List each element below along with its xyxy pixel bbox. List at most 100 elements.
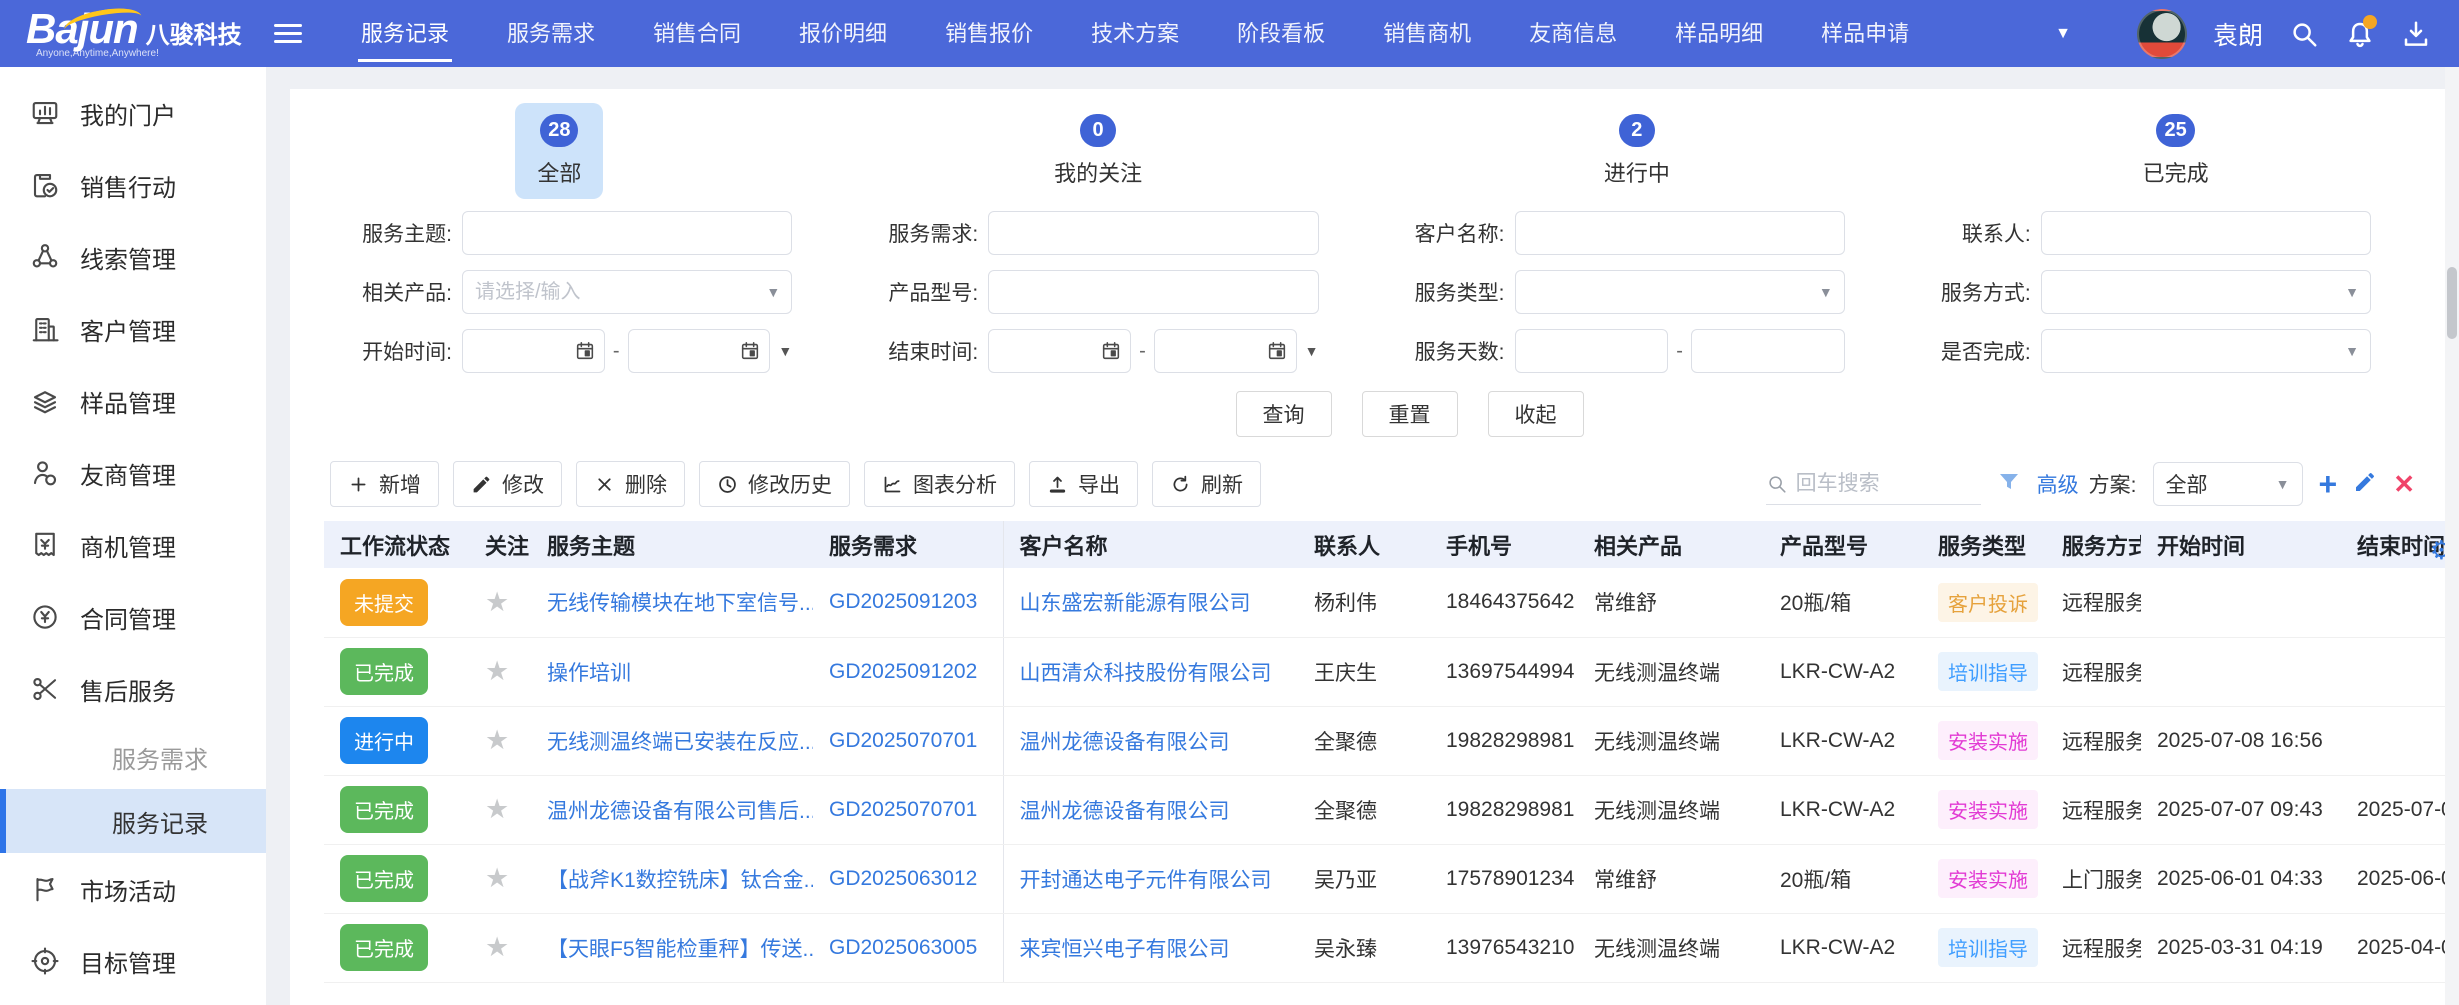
nav-item-service-requests[interactable]: 服务需求 bbox=[478, 0, 624, 67]
sidebar-item-customers[interactable]: 客户管理 bbox=[0, 293, 266, 365]
menu-overflow-caret-icon[interactable]: ▼ bbox=[2055, 25, 2071, 43]
chevron-down-icon[interactable]: ▼ bbox=[1305, 343, 1319, 359]
contact-input[interactable] bbox=[2041, 211, 2371, 255]
scheme-delete-icon[interactable]: ✕ bbox=[2393, 471, 2415, 497]
topic-link[interactable]: 无线传输模块在地下室信号... bbox=[547, 592, 813, 615]
nav-item-tech-solutions[interactable]: 技术方案 bbox=[1062, 0, 1208, 67]
column-settings-gear-icon[interactable]: ⚙ bbox=[2430, 535, 2445, 566]
stat-tab-all[interactable]: 28 全部 bbox=[515, 103, 603, 199]
customer-link[interactable]: 山东盛宏新能源有限公司 bbox=[1020, 592, 1251, 615]
stat-tab-completed[interactable]: 25 已完成 bbox=[2121, 103, 2231, 199]
customer-link[interactable]: 温州龙德设备有限公司 bbox=[1020, 731, 1230, 754]
service-method-select[interactable] bbox=[2041, 270, 2371, 314]
search-icon[interactable] bbox=[2289, 19, 2319, 49]
sidebar-item-opportunities[interactable]: 商机管理 bbox=[0, 509, 266, 581]
nav-item-service-records[interactable]: 服务记录 bbox=[332, 0, 478, 67]
sidebar-item-leads[interactable]: 线索管理 bbox=[0, 221, 266, 293]
sidebar-subitem-service-requests[interactable]: 服务需求 bbox=[0, 725, 266, 789]
nav-item-sales-contracts[interactable]: 销售合同 bbox=[624, 0, 770, 67]
nav-item-quote-details[interactable]: 报价明细 bbox=[770, 0, 916, 67]
table-row[interactable]: 已完成 ★ 【战斧K1数控铣床】钛合金... GD2025063012 开封通达… bbox=[324, 844, 2445, 913]
reset-button[interactable]: 重置 bbox=[1362, 391, 1458, 437]
advanced-link[interactable]: 高级 bbox=[2037, 469, 2079, 499]
collapse-button[interactable]: 收起 bbox=[1488, 391, 1584, 437]
customer-link[interactable]: 温州龙德设备有限公司 bbox=[1020, 800, 1230, 823]
sidebar-item-sales-actions[interactable]: 销售行动 bbox=[0, 149, 266, 221]
stat-tab-my-follow[interactable]: 0 我的关注 bbox=[1032, 103, 1164, 199]
table-row[interactable]: 已完成 ★ 操作培训 GD2025091202 山西清众科技股份有限公司 王庆生… bbox=[324, 637, 2445, 706]
star-icon[interactable]: ★ bbox=[485, 656, 509, 686]
request-no-link[interactable]: GD2025091202 bbox=[829, 660, 977, 683]
request-no-link[interactable]: GD2025070701 bbox=[829, 729, 977, 752]
sidebar-item-contracts[interactable]: 合同管理 bbox=[0, 581, 266, 653]
sidebar-item-marketing[interactable]: 市场活动 bbox=[0, 853, 266, 925]
product-model-input[interactable] bbox=[988, 270, 1318, 314]
nav-item-competitor-info[interactable]: 友商信息 bbox=[1500, 0, 1646, 67]
table-row[interactable]: 已完成 ★ 【天眼F5智能检重秤】传送... GD2025063005 来宾恒兴… bbox=[324, 913, 2445, 982]
topic-link[interactable]: 温州龙德设备有限公司售后... bbox=[547, 800, 813, 823]
sidebar-item-after-sales[interactable]: 售后服务 bbox=[0, 653, 266, 725]
user-avatar[interactable] bbox=[2137, 9, 2187, 59]
scheme-edit-pencil-icon[interactable] bbox=[2353, 470, 2377, 499]
star-icon[interactable]: ★ bbox=[485, 794, 509, 824]
table-row[interactable]: 已完成 ★ 温州龙德设备有限公司售后... GD2025070701 温州龙德设… bbox=[324, 775, 2445, 844]
service-days-max-input[interactable] bbox=[1691, 329, 1845, 373]
customer-link[interactable]: 山西清众科技股份有限公司 bbox=[1020, 662, 1272, 685]
service-topic-input[interactable] bbox=[462, 211, 792, 255]
request-no-link[interactable]: GD2025063005 bbox=[829, 936, 977, 959]
table-row[interactable]: 未提交 ★ 无线传输模块在地下室信号... GD2025091203 山东盛宏新… bbox=[324, 568, 2445, 637]
notification-bell-icon[interactable] bbox=[2345, 19, 2375, 49]
sidebar-subitem-service-records[interactable]: 服务记录 bbox=[0, 789, 266, 853]
is-complete-select[interactable] bbox=[2041, 329, 2371, 373]
stat-tab-in-progress[interactable]: 2 进行中 bbox=[1582, 103, 1692, 199]
nav-item-sample-details[interactable]: 样品明细 bbox=[1646, 0, 1792, 67]
request-no-link[interactable]: GD2025091203 bbox=[829, 590, 977, 613]
topic-link[interactable]: 【战斧K1数控铣床】钛合金... bbox=[547, 869, 813, 892]
download-icon[interactable] bbox=[2401, 19, 2431, 49]
sidebar-item-my-portal[interactable]: 我的门户 bbox=[0, 77, 266, 149]
service-request-input[interactable] bbox=[988, 211, 1318, 255]
topic-link[interactable]: 无线测温终端已安装在反应... bbox=[547, 731, 813, 754]
star-icon[interactable]: ★ bbox=[485, 587, 509, 617]
filter-funnel-icon[interactable] bbox=[1997, 470, 2021, 499]
table-row[interactable]: 进行中 ★ 无线测温终端已安装在反应... GD2025070701 温州龙德设… bbox=[324, 706, 2445, 775]
history-button[interactable]: 修改历史 bbox=[699, 461, 850, 507]
topic-link[interactable]: 【天眼F5智能检重秤】传送... bbox=[547, 938, 813, 961]
customer-link[interactable]: 来宾恒兴电子有限公司 bbox=[1020, 938, 1230, 961]
start-time-from-input[interactable] bbox=[462, 329, 605, 373]
end-time-from-input[interactable] bbox=[988, 329, 1131, 373]
sidebar-item-samples[interactable]: 样品管理 bbox=[0, 365, 266, 437]
related-product-select[interactable] bbox=[462, 270, 792, 314]
topic-link[interactable]: 操作培训 bbox=[547, 662, 631, 685]
edit-button[interactable]: 修改 bbox=[453, 461, 562, 507]
scrollbar-thumb[interactable] bbox=[2447, 267, 2457, 339]
quick-search-input[interactable] bbox=[1796, 472, 1956, 496]
start-time-to-input[interactable] bbox=[628, 329, 771, 373]
delete-button[interactable]: 删除 bbox=[576, 461, 685, 507]
menu-hamburger-icon[interactable] bbox=[274, 19, 302, 48]
sidebar-item-targets[interactable]: 目标管理 bbox=[0, 925, 266, 997]
scheme-add-icon[interactable]: + bbox=[2319, 468, 2338, 500]
nav-item-sales-quotes[interactable]: 销售报价 bbox=[916, 0, 1062, 67]
export-button[interactable]: 导出 bbox=[1029, 461, 1138, 507]
star-icon[interactable]: ★ bbox=[485, 725, 509, 755]
chart-analysis-button[interactable]: 图表分析 bbox=[864, 461, 1015, 507]
nav-item-sample-requests[interactable]: 样品申请 bbox=[1792, 0, 1938, 67]
service-days-min-input[interactable] bbox=[1515, 329, 1669, 373]
query-button[interactable]: 查询 bbox=[1236, 391, 1332, 437]
end-time-to-input[interactable] bbox=[1154, 329, 1297, 373]
add-button[interactable]: 新增 bbox=[330, 461, 439, 507]
nav-item-sales-opportunities[interactable]: 销售商机 bbox=[1354, 0, 1500, 67]
customer-link[interactable]: 开封通达电子元件有限公司 bbox=[1020, 869, 1272, 892]
request-no-link[interactable]: GD2025070701 bbox=[829, 798, 977, 821]
request-no-link[interactable]: GD2025063012 bbox=[829, 867, 977, 890]
refresh-button[interactable]: 刷新 bbox=[1152, 461, 1261, 507]
nav-item-stage-board[interactable]: 阶段看板 bbox=[1208, 0, 1354, 67]
star-icon[interactable]: ★ bbox=[485, 863, 509, 893]
customer-name-input[interactable] bbox=[1515, 211, 1845, 255]
service-type-select[interactable] bbox=[1515, 270, 1845, 314]
scheme-select[interactable]: 全部 ▼ bbox=[2153, 462, 2303, 506]
chevron-down-icon[interactable]: ▼ bbox=[778, 343, 792, 359]
sidebar-item-competitors[interactable]: 友商管理 bbox=[0, 437, 266, 509]
star-icon[interactable]: ★ bbox=[485, 932, 509, 962]
